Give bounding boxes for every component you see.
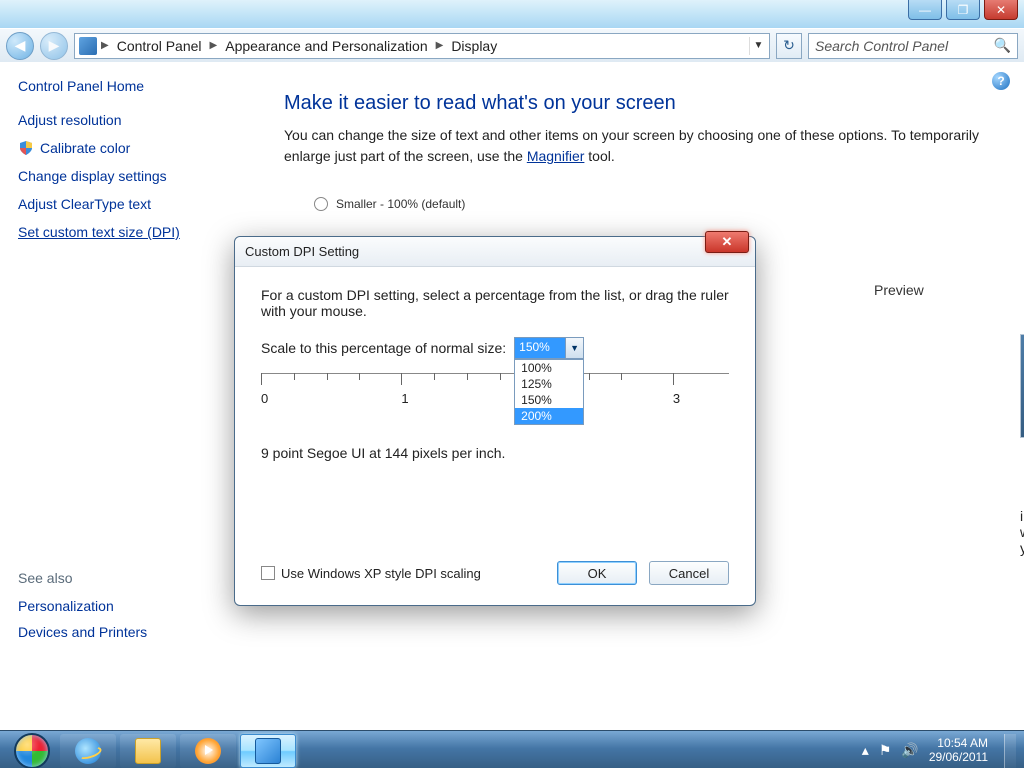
minimize-button[interactable]: —	[908, 0, 942, 20]
back-button[interactable]: ◀	[6, 32, 34, 60]
scale-label: Scale to this percentage of normal size:	[261, 340, 506, 356]
chevron-right-icon[interactable]: ▶	[101, 40, 109, 51]
xp-scaling-label: Use Windows XP style DPI scaling	[281, 566, 481, 581]
control-panel-home-link[interactable]: Control Panel Home	[18, 78, 242, 94]
page-description: You can change the size of text and othe…	[284, 125, 1000, 167]
show-desktop-button[interactable]	[1004, 734, 1016, 768]
close-button[interactable]: ✕	[984, 0, 1018, 20]
dialog-close-button[interactable]: ✕	[705, 231, 749, 253]
start-button[interactable]	[8, 732, 56, 768]
sidebar-link-adjust-cleartype[interactable]: Adjust ClearType text	[18, 196, 242, 212]
explorer-nav: ◀ ▶ ▶ Control Panel ▶ Appearance and Per…	[0, 28, 1024, 62]
hint-text-fragment: ing while your	[1020, 508, 1024, 556]
sidebar-link-adjust-resolution[interactable]: Adjust resolution	[18, 112, 242, 128]
scale-option-150[interactable]: 150%	[515, 392, 583, 408]
control-panel-icon	[79, 37, 97, 55]
ruler-label-0: 0	[261, 391, 268, 406]
ok-button[interactable]: OK	[557, 561, 637, 585]
chevron-down-icon[interactable]: ▼	[565, 338, 583, 358]
preview-image	[1020, 334, 1024, 438]
magnifier-link[interactable]: Magnifier	[527, 148, 585, 164]
scale-combobox-value: 150%	[515, 338, 565, 358]
sidebar-link-set-custom-dpi[interactable]: Set custom text size (DPI)	[18, 224, 242, 240]
breadcrumb-display[interactable]: Display	[447, 38, 501, 54]
taskbar-clock[interactable]: 10:54 AM 29/06/2011	[929, 737, 988, 765]
tray-chevron-icon[interactable]: ▴	[862, 742, 869, 759]
help-icon[interactable]: ?	[992, 72, 1010, 90]
chevron-right-icon[interactable]: ▶	[210, 40, 218, 51]
search-input[interactable]: Search Control Panel 🔍	[808, 33, 1018, 59]
radio-smaller-100[interactable]	[314, 197, 328, 211]
sidebar-link-calibrate-color[interactable]: Calibrate color	[18, 140, 242, 156]
taskbar: ▴ ⚑ 🔊 10:54 AM 29/06/2011	[0, 730, 1024, 768]
sidebar-link-change-display-settings[interactable]: Change display settings	[18, 168, 242, 184]
sidebar: Control Panel Home Adjust resolution Cal…	[0, 62, 260, 730]
checkbox-icon	[261, 566, 275, 580]
taskbar-ie[interactable]	[60, 734, 116, 768]
search-placeholder: Search Control Panel	[815, 38, 948, 54]
clock-time: 10:54 AM	[929, 737, 988, 751]
address-bar[interactable]: ▶ Control Panel ▶ Appearance and Persona…	[74, 33, 770, 59]
taskbar-explorer[interactable]	[120, 734, 176, 768]
xp-scaling-checkbox[interactable]: Use Windows XP style DPI scaling	[261, 566, 481, 581]
seealso-devices-printers[interactable]: Devices and Printers	[18, 624, 242, 640]
breadcrumb-control-panel[interactable]: Control Panel	[113, 38, 206, 54]
scale-option-200[interactable]: 200%	[515, 408, 583, 424]
window-titlebar: — ❐ ✕	[0, 0, 1024, 28]
ppi-readout: 9 point Segoe UI at 144 pixels per inch.	[261, 445, 729, 461]
dialog-instruction: For a custom DPI setting, select a perce…	[261, 287, 729, 319]
dialog-title: Custom DPI Setting	[235, 237, 755, 267]
windows-orb-icon	[14, 733, 50, 768]
chevron-right-icon[interactable]: ▶	[436, 40, 444, 51]
seealso-personalization[interactable]: Personalization	[18, 598, 242, 614]
forward-button[interactable]: ▶	[40, 32, 68, 60]
preview-header: Preview	[874, 282, 924, 298]
page-title: Make it easier to read what's on your sc…	[284, 92, 1000, 115]
shield-icon	[18, 140, 34, 156]
ruler-label-3: 3	[673, 391, 680, 406]
scale-option-125[interactable]: 125%	[515, 376, 583, 392]
see-also-header: See also	[18, 570, 242, 586]
radio-smaller-100-label: Smaller - 100% (default)	[336, 197, 465, 211]
search-icon[interactable]: 🔍	[994, 37, 1011, 54]
breadcrumb-appearance[interactable]: Appearance and Personalization	[221, 38, 431, 54]
tray-action-center-icon[interactable]: ⚑	[879, 742, 892, 759]
ie-icon	[75, 738, 101, 764]
address-drop-icon[interactable]: ▼	[749, 37, 767, 55]
scale-combobox[interactable]: 150% ▼ 100% 125% 150% 200%	[514, 337, 584, 359]
clock-date: 29/06/2011	[929, 751, 988, 765]
dpi-ruler[interactable]: 0 1 3	[261, 373, 729, 421]
ruler-label-1: 1	[401, 391, 408, 406]
taskbar-media-player[interactable]	[180, 734, 236, 768]
cancel-button[interactable]: Cancel	[649, 561, 729, 585]
maximize-button[interactable]: ❐	[946, 0, 980, 20]
tray-volume-icon[interactable]: 🔊	[901, 742, 918, 759]
folder-icon	[135, 738, 161, 764]
custom-dpi-dialog: Custom DPI Setting ✕ For a custom DPI se…	[234, 236, 756, 606]
scale-combobox-list: 100% 125% 150% 200%	[514, 359, 584, 425]
refresh-button[interactable]: ↻	[776, 33, 802, 59]
control-panel-icon	[255, 738, 281, 764]
taskbar-control-panel[interactable]	[240, 734, 296, 768]
media-player-icon	[195, 738, 221, 764]
scale-option-100[interactable]: 100%	[515, 360, 583, 376]
